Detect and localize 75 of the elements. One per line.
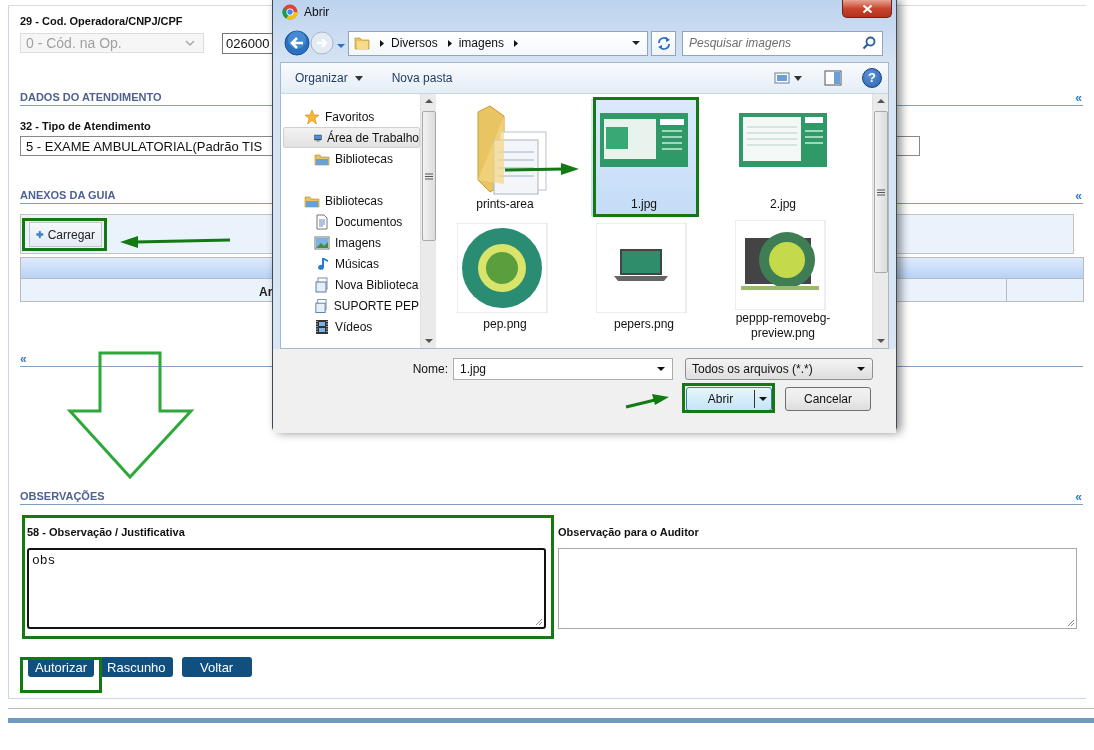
document-icon — [314, 213, 330, 230]
caret-icon — [336, 42, 346, 50]
text-area[interactable] — [558, 548, 1077, 629]
section-title: OBSERVAÇÕES — [20, 490, 105, 504]
help-button[interactable]: ? — [862, 68, 882, 88]
file-item[interactable]: 1.jpg — [591, 99, 697, 217]
field-label: 58 - Observação / Justificativa — [27, 526, 186, 539]
sidebar-item[interactable]: Área de Trabalho — [283, 127, 420, 148]
file-item[interactable]: prints-area — [452, 99, 558, 217]
text-area[interactable]: obs — [27, 548, 546, 629]
annotation-arrow — [625, 394, 669, 409]
collapse-link[interactable]: « — [1075, 92, 1083, 105]
library-icon — [314, 276, 330, 293]
grip-icon — [876, 188, 885, 196]
file-item[interactable]: 2.jpg — [730, 99, 836, 217]
resize-grip-icon — [535, 618, 543, 626]
sidebar-item[interactable]: Imagens — [283, 232, 420, 253]
field-label: 32 - Tipo de Atendimento — [20, 120, 152, 133]
collapse-link[interactable]: « — [1075, 491, 1083, 504]
film-icon — [314, 318, 330, 335]
scrollbar[interactable] — [420, 94, 436, 348]
scrollbar[interactable] — [872, 94, 888, 348]
chevron-icon — [379, 38, 385, 48]
upload-button[interactable]: Carregar — [29, 222, 102, 247]
library-icon — [314, 297, 329, 314]
star-icon — [304, 108, 320, 125]
picture-icon — [314, 234, 330, 251]
pane-icon — [824, 70, 842, 86]
resize-grip-icon — [1067, 619, 1075, 627]
collapse-link[interactable]: « — [20, 353, 28, 366]
sidebar-item[interactable]: Favoritos — [283, 106, 420, 127]
section-title: DADOS DO ATENDIMENTO — [20, 91, 162, 105]
breadcrumb-link[interactable]: imagens — [458, 36, 505, 50]
filename-field[interactable]: 1.jpg — [453, 358, 673, 380]
toolbar-button[interactable]: Nova pasta — [387, 69, 457, 87]
form-button[interactable]: Rascunho — [100, 657, 173, 677]
collapse-link[interactable]: « — [1075, 190, 1083, 203]
refresh-icon — [655, 36, 672, 50]
picture-icon — [774, 71, 804, 85]
caret-icon — [631, 39, 641, 47]
grip-icon — [424, 172, 433, 180]
close-button[interactable] — [842, 0, 892, 18]
caret-icon — [353, 74, 364, 82]
sidebar-item[interactable]: Bibliotecas — [283, 190, 420, 211]
breadcrumb-link[interactable]: Diversos — [391, 36, 438, 50]
search-icon — [862, 36, 876, 50]
search-field[interactable]: Pesquisar imagens — [682, 30, 883, 56]
close-icon — [861, 3, 873, 14]
sidebar-item[interactable]: Bibliotecas — [283, 148, 420, 169]
caret-icon — [656, 365, 666, 373]
refresh-button[interactable] — [651, 30, 676, 56]
sidebar-item[interactable]: Músicas — [283, 253, 420, 274]
view-options-button[interactable] — [774, 71, 804, 85]
chevron-icon — [185, 39, 195, 47]
preview-pane-button[interactable] — [824, 70, 842, 86]
cancel-button[interactable]: Cancelar — [785, 387, 871, 411]
field-label: Observação para o Auditor — [558, 526, 700, 539]
open-button[interactable]: Abrir — [686, 387, 772, 411]
form-button[interactable]: Voltar — [181, 657, 252, 677]
sidebar-item[interactable]: Vídeos — [283, 316, 420, 337]
chevron-icon — [513, 38, 520, 48]
caret-icon — [856, 365, 866, 373]
field-label: 29 - Cod. Operadora/CNPJ/CPF — [20, 15, 184, 28]
sidebar-item[interactable]: Documentos — [283, 211, 420, 232]
window-title: Abrir — [304, 5, 330, 19]
browser-logo-icon — [282, 4, 298, 20]
chevron-icon — [446, 38, 453, 48]
address-bar[interactable]: Diversos imagens — [348, 30, 648, 56]
folder-icon — [354, 35, 370, 51]
plus-icon — [36, 228, 44, 241]
caret-icon — [758, 395, 768, 403]
file-type-select[interactable]: Todos os arquivos (*.*) — [685, 358, 873, 380]
field-label: Nome: — [411, 362, 449, 376]
toolbar-button[interactable]: Organizar — [291, 69, 368, 87]
section-title: ANEXOS DA GUIA — [20, 189, 116, 203]
